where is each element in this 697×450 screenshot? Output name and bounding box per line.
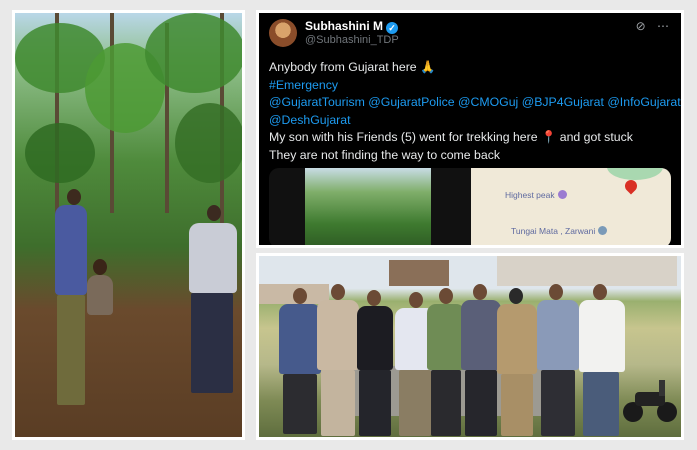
- media-photo[interactable]: [305, 168, 431, 245]
- tweet-card[interactable]: Subhashini M ✓ @Subhashini_TDP ⊘ ⋯ Anybod…: [259, 13, 681, 245]
- group-photo-frame: [256, 253, 684, 440]
- person-legs: [191, 293, 233, 393]
- peak-marker-icon: [557, 190, 567, 199]
- map-forest-area: [607, 168, 663, 180]
- police-officer: [497, 304, 537, 374]
- person-legs: [501, 374, 533, 436]
- person: [427, 304, 465, 370]
- person: [461, 300, 501, 370]
- person-head: [473, 284, 487, 300]
- verified-badge-icon: ✓: [386, 22, 398, 34]
- person-head: [293, 288, 307, 304]
- person: [317, 300, 359, 370]
- tweet-body: Anybody from Gujarat here 🙏 #Emergency @…: [269, 59, 681, 164]
- person-head: [93, 259, 107, 275]
- foliage: [25, 123, 95, 183]
- person-legs: [465, 370, 497, 436]
- grok-icon[interactable]: ⊘: [636, 19, 646, 33]
- trek-photo-frame: [12, 10, 245, 440]
- person-trekker: [55, 205, 87, 295]
- temple-marker-icon: [598, 226, 608, 235]
- tweet-line: Anybody from Gujarat here 🙏: [269, 60, 436, 74]
- trek-photo: [15, 13, 242, 437]
- person: [279, 304, 321, 374]
- person: [579, 300, 625, 372]
- tweet-media[interactable]: Highest peak Tungai Mata , Zarwani: [269, 168, 671, 245]
- person-legs: [399, 370, 431, 436]
- author-handle[interactable]: @Subhashini_TDP: [305, 34, 399, 46]
- hashtag-link[interactable]: #Emergency: [269, 77, 673, 95]
- avatar[interactable]: [269, 19, 297, 47]
- person-head: [439, 288, 453, 304]
- tweet-card-frame: Subhashini M ✓ @Subhashini_TDP ⊘ ⋯ Anybod…: [256, 10, 684, 248]
- person-legs: [359, 370, 391, 436]
- foliage: [175, 103, 242, 183]
- person-head: [509, 288, 523, 304]
- person-legs: [583, 372, 619, 436]
- person-head: [367, 290, 381, 306]
- mentions-link[interactable]: @GujaratTourism @GujaratPolice @CMOGuj @…: [269, 94, 681, 112]
- person-head: [593, 284, 607, 300]
- person-legs: [541, 370, 575, 436]
- motorcycle: [623, 380, 677, 422]
- person: [357, 306, 393, 370]
- person-head: [549, 284, 563, 300]
- person-legs: [283, 374, 317, 434]
- person-legs: [321, 370, 355, 436]
- foliage: [145, 13, 242, 93]
- author-name-text[interactable]: Subhashini M: [305, 19, 383, 33]
- building: [389, 260, 449, 286]
- person-head: [207, 205, 221, 221]
- group-photo: [259, 256, 681, 437]
- person-head: [331, 284, 345, 300]
- map-label-temple: Tungai Mata , Zarwani: [511, 226, 608, 236]
- building: [497, 256, 677, 286]
- person-head: [409, 292, 423, 308]
- person-head: [67, 189, 81, 205]
- person-legs: [431, 370, 461, 436]
- mention-link[interactable]: @DeshGujarat: [269, 112, 673, 130]
- person-legs: [57, 295, 85, 405]
- person-sitting: [87, 275, 113, 315]
- more-options-icon[interactable]: ⋯: [657, 19, 669, 33]
- author-name[interactable]: Subhashini M ✓: [305, 19, 398, 34]
- person-trekker: [189, 223, 237, 293]
- tweet-line: They are not finding the way to come bac…: [269, 147, 501, 162]
- tweet-line: My son with his Friends (5) went for tre…: [269, 130, 633, 144]
- map-label-peak: Highest peak: [505, 190, 567, 200]
- person: [537, 300, 579, 370]
- location-pin-icon: [622, 177, 640, 195]
- tweet-actions: ⊘ ⋯: [628, 19, 669, 33]
- media-map[interactable]: Highest peak Tungai Mata , Zarwani: [471, 168, 671, 245]
